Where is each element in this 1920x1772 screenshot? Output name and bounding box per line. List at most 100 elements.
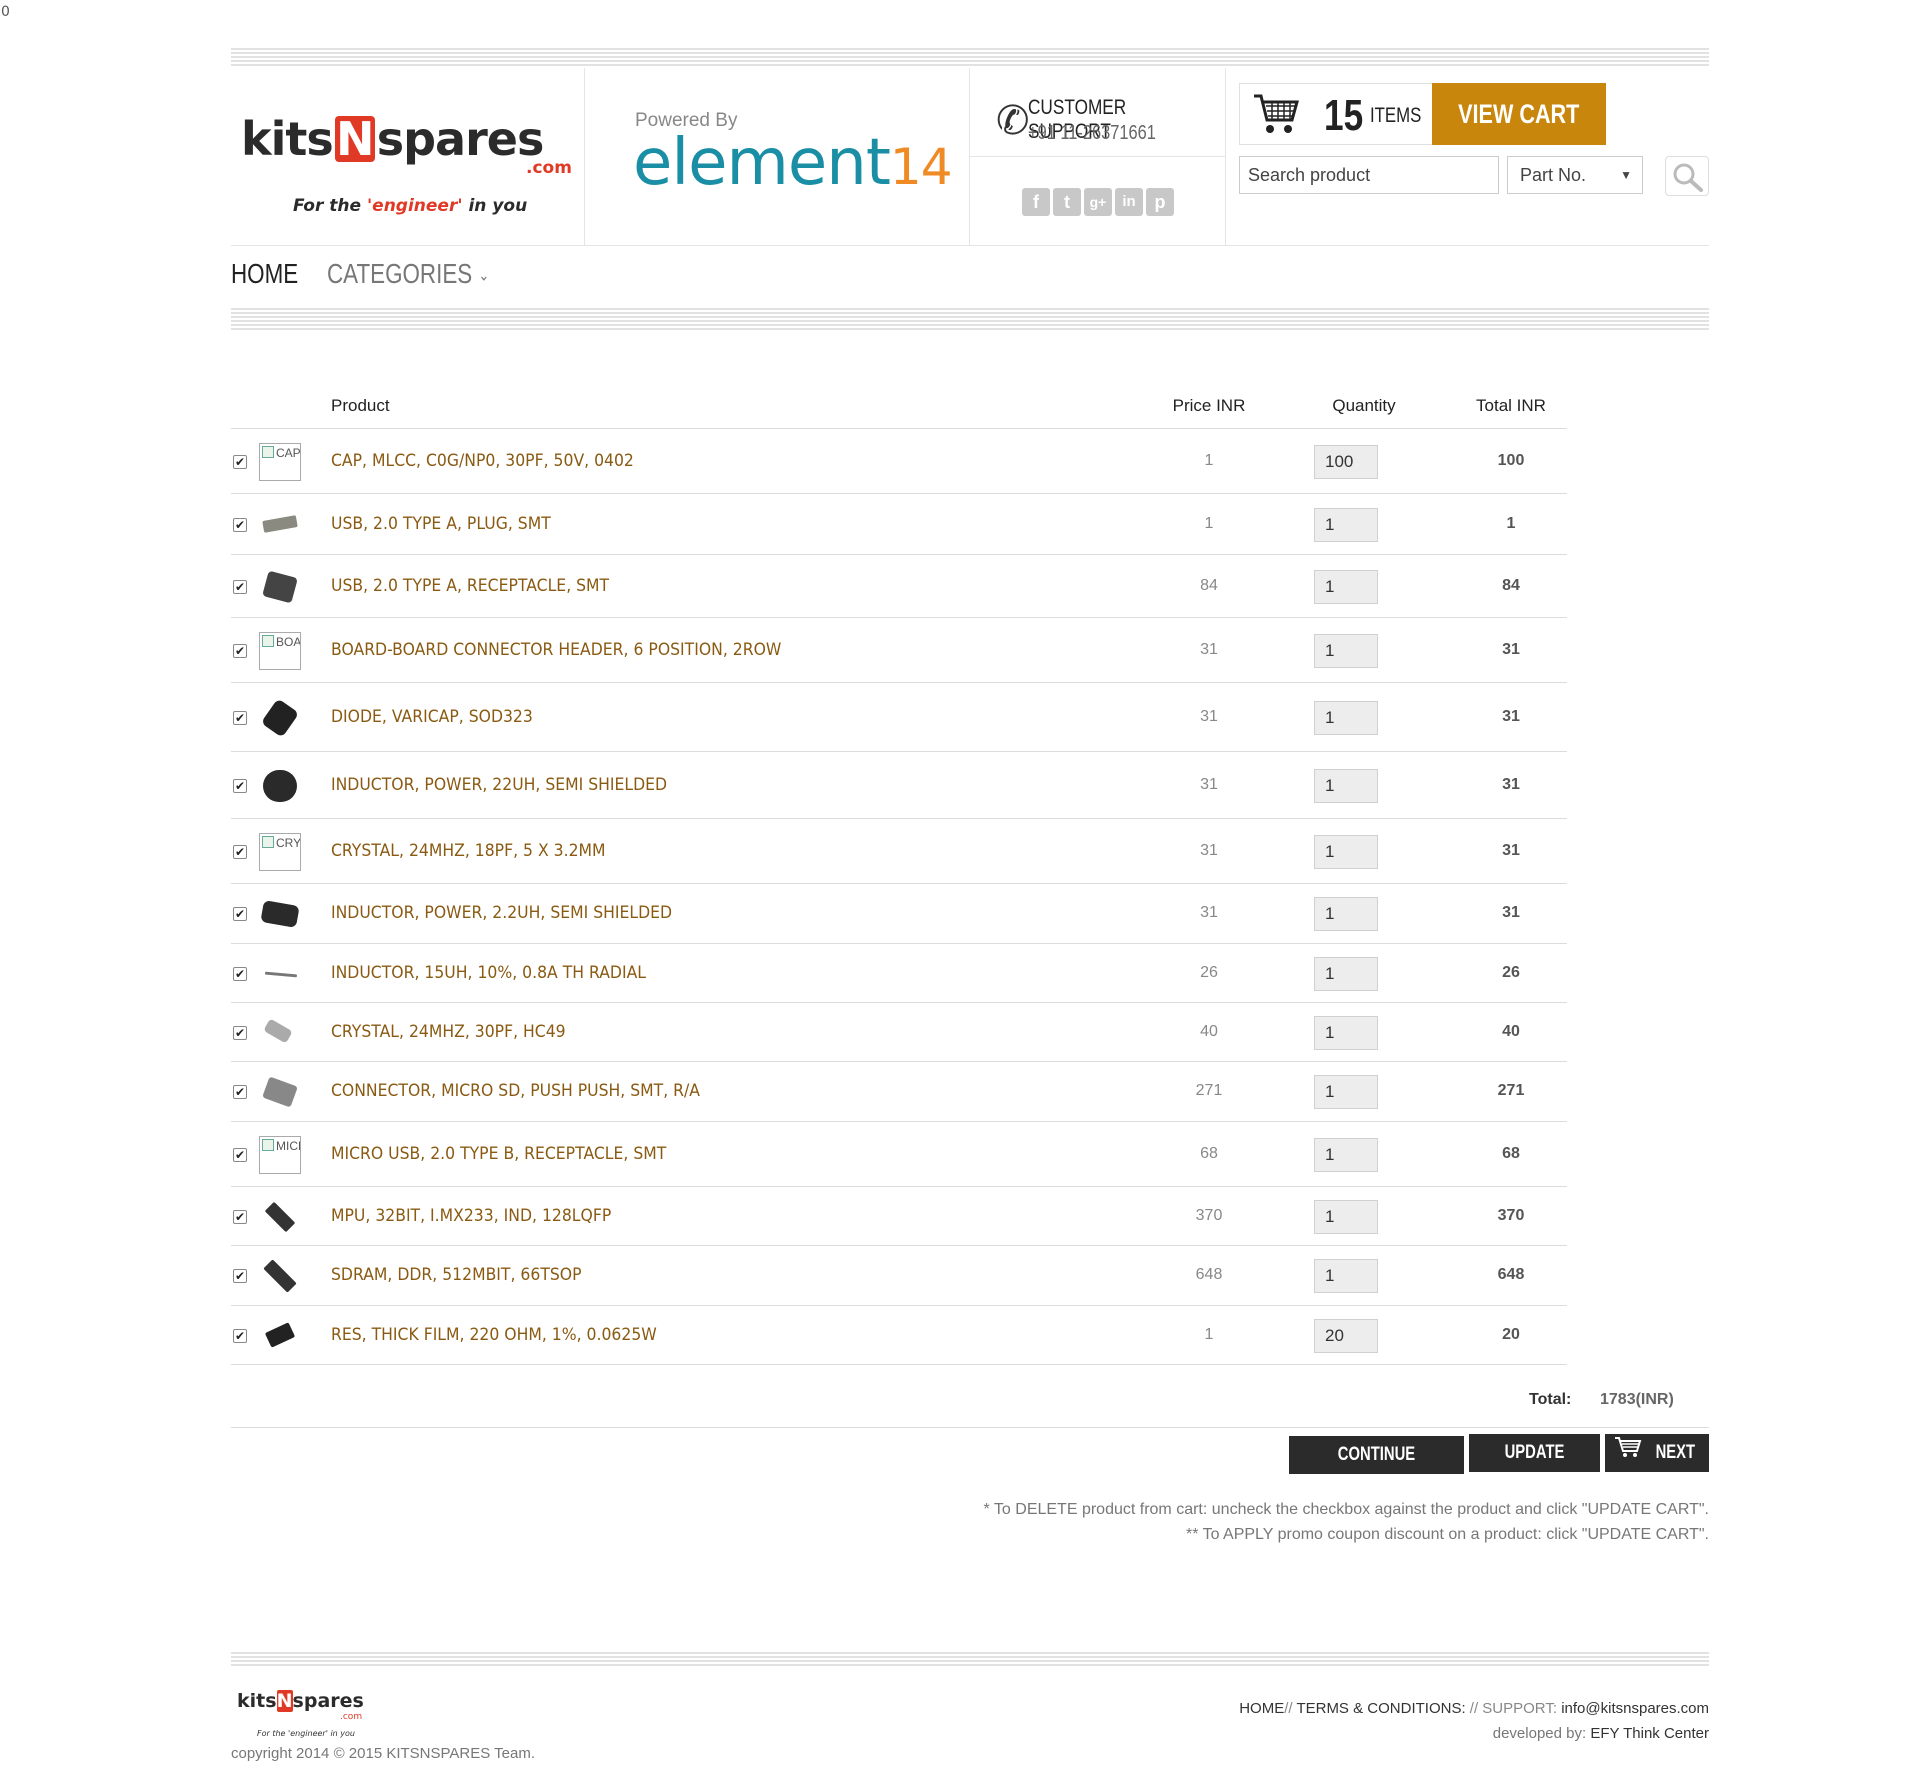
quantity-input[interactable] xyxy=(1314,1138,1378,1172)
quantity-input[interactable] xyxy=(1314,1200,1378,1234)
twitter-icon[interactable]: t xyxy=(1053,188,1081,216)
footer-home-link[interactable]: HOME xyxy=(1239,1700,1284,1717)
nav-categories[interactable]: CATEGORIES ⌄ xyxy=(327,258,489,290)
product-thumbnail[interactable]: CAP, MLCC xyxy=(259,443,301,481)
row-checkbox[interactable]: ✔ xyxy=(233,1148,247,1162)
row-checkbox[interactable]: ✔ xyxy=(233,1329,247,1343)
table-row: ✔ USB, 2.0 TYPE A, RECEPTACLE, SMT 84 84 xyxy=(231,555,1567,618)
quantity-input[interactable] xyxy=(1314,897,1378,931)
product-link[interactable]: MICRO USB, 2.0 TYPE B, RECEPTACLE, SMT xyxy=(331,1144,666,1164)
product-price: 31 xyxy=(1200,776,1218,793)
row-checkbox[interactable]: ✔ xyxy=(233,779,247,793)
quantity-input[interactable] xyxy=(1314,1259,1378,1293)
product-thumbnail[interactable]: CRYSTAL xyxy=(259,833,301,871)
row-checkbox[interactable]: ✔ xyxy=(233,455,247,469)
quantity-input[interactable] xyxy=(1314,835,1378,869)
tagline-post: in you xyxy=(462,196,528,216)
product-thumbnail[interactable] xyxy=(259,568,301,606)
row-checkbox[interactable]: ✔ xyxy=(233,1210,247,1224)
quantity-input[interactable] xyxy=(1314,1319,1378,1353)
quantity-input[interactable] xyxy=(1314,445,1378,479)
product-thumbnail[interactable] xyxy=(259,1014,301,1052)
header-total: Total INR xyxy=(1476,396,1546,415)
product-thumbnail[interactable] xyxy=(259,955,301,993)
quantity-input[interactable] xyxy=(1314,570,1378,604)
product-thumbnail[interactable] xyxy=(259,698,301,738)
row-checkbox[interactable]: ✔ xyxy=(233,644,247,658)
product-link[interactable]: RES, THICK FILM, 220 OHM, 1%, 0.0625W xyxy=(331,1325,657,1345)
product-thumbnail[interactable] xyxy=(259,1073,301,1111)
row-checkbox[interactable]: ✔ xyxy=(233,967,247,981)
quantity-input[interactable] xyxy=(1314,508,1378,542)
product-link[interactable]: USB, 2.0 TYPE A, PLUG, SMT xyxy=(331,514,551,534)
line-total: 1 xyxy=(1506,515,1516,532)
product-link[interactable]: BOARD-BOARD CONNECTOR HEADER, 6 POSITION… xyxy=(331,640,781,660)
quantity-input[interactable] xyxy=(1314,701,1378,735)
quantity-input[interactable] xyxy=(1314,634,1378,668)
row-checkbox[interactable]: ✔ xyxy=(233,845,247,859)
next-button[interactable]: NEXT xyxy=(1605,1434,1709,1472)
product-link[interactable]: DIODE, VARICAP, SOD323 xyxy=(331,707,533,727)
row-checkbox[interactable]: ✔ xyxy=(233,711,247,725)
quantity-input[interactable] xyxy=(1314,1016,1378,1050)
top-rule xyxy=(231,48,1709,68)
element14-logo[interactable]: element14 xyxy=(633,126,953,200)
product-thumbnail[interactable] xyxy=(259,506,301,544)
footer-terms-link[interactable]: TERMS & CONDITIONS: xyxy=(1296,1700,1465,1717)
search-input[interactable] xyxy=(1239,156,1499,194)
view-cart-button[interactable]: VIEW CART xyxy=(1432,83,1606,145)
row-checkbox[interactable]: ✔ xyxy=(233,580,247,594)
product-link[interactable]: MPU, 32BIT, I.MX233, IND, 128LQFP xyxy=(331,1206,611,1226)
powered-by-cell: Powered By element14 xyxy=(585,68,970,246)
product-link[interactable]: CAP, MLCC, C0G/NP0, 30PF, 50V, 0402 xyxy=(331,451,634,471)
product-link[interactable]: SDRAM, DDR, 512MBIT, 66TSOP xyxy=(331,1265,582,1285)
row-checkbox[interactable]: ✔ xyxy=(233,518,247,532)
product-thumbnail[interactable] xyxy=(259,1317,301,1355)
support-box: ✆ CUSTOMER SUPPORT +91 11-26371661 xyxy=(970,68,1226,157)
quantity-input[interactable] xyxy=(1314,957,1378,991)
footer-logo[interactable]: kitsNspares xyxy=(237,1690,364,1712)
quantity-input[interactable] xyxy=(1314,1075,1378,1109)
facebook-icon[interactable]: f xyxy=(1022,188,1050,216)
product-thumbnail[interactable] xyxy=(259,1257,301,1295)
row-checkbox[interactable]: ✔ xyxy=(233,1026,247,1040)
pinterest-icon[interactable]: p xyxy=(1146,188,1174,216)
product-link[interactable]: INDUCTOR, POWER, 2.2UH, SEMI SHIELDED xyxy=(331,903,672,923)
component-image xyxy=(263,770,297,802)
quantity-input[interactable] xyxy=(1314,769,1378,803)
search-filter-select[interactable]: Part No. ▼ xyxy=(1507,156,1643,194)
linkedin-icon[interactable]: in xyxy=(1115,188,1143,216)
product-price: 31 xyxy=(1200,904,1218,921)
cart-items-label: ITEMS xyxy=(1370,104,1422,127)
social-links: f t g+ in p xyxy=(1022,188,1174,216)
product-price: 31 xyxy=(1200,708,1218,725)
product-thumbnail[interactable] xyxy=(259,1198,301,1236)
search-icon xyxy=(1673,163,1703,192)
product-link[interactable]: CRYSTAL, 24MHZ, 30PF, HC49 xyxy=(331,1022,566,1042)
google-plus-icon[interactable]: g+ xyxy=(1084,188,1112,216)
search-button[interactable] xyxy=(1665,156,1709,196)
product-link[interactable]: CRYSTAL, 24MHZ, 18PF, 5 X 3.2MM xyxy=(331,841,606,861)
line-total: 271 xyxy=(1497,1082,1525,1099)
row-checkbox[interactable]: ✔ xyxy=(233,907,247,921)
product-link[interactable]: INDUCTOR, POWER, 22UH, SEMI SHIELDED xyxy=(331,775,667,795)
table-row: ✔ CAP, MLCC CAP, MLCC, C0G/NP0, 30PF, 50V,… xyxy=(231,429,1567,494)
product-thumbnail[interactable]: MICRO USB xyxy=(259,1136,301,1174)
developer-link[interactable]: EFY Think Center xyxy=(1590,1725,1709,1742)
row-checkbox[interactable]: ✔ xyxy=(233,1269,247,1283)
product-thumbnail[interactable] xyxy=(259,895,301,933)
table-header: Product Price INR Quantity Total INR xyxy=(231,384,1567,429)
row-checkbox[interactable]: ✔ xyxy=(233,1085,247,1099)
update-cart-button[interactable]: UPDATE CART xyxy=(1469,1434,1600,1501)
product-thumbnail[interactable] xyxy=(259,767,301,805)
product-thumbnail[interactable]: BOARD-BOARD xyxy=(259,632,301,670)
continue-shopping-button[interactable]: CONTINUE SHOPPING xyxy=(1289,1436,1464,1503)
footer-email-link[interactable]: info@kitsnspares.com xyxy=(1561,1700,1709,1717)
product-link[interactable]: USB, 2.0 TYPE A, RECEPTACLE, SMT xyxy=(331,576,609,596)
cart-icon xyxy=(1614,1434,1642,1472)
site-logo[interactable]: kitsNspares xyxy=(241,112,544,166)
component-image xyxy=(262,1076,298,1108)
nav-home[interactable]: HOME xyxy=(231,258,298,290)
product-link[interactable]: INDUCTOR, 15UH, 10%, 0.8A TH RADIAL xyxy=(331,963,646,983)
product-link[interactable]: CONNECTOR, MICRO SD, PUSH PUSH, SMT, R/A xyxy=(331,1081,700,1101)
